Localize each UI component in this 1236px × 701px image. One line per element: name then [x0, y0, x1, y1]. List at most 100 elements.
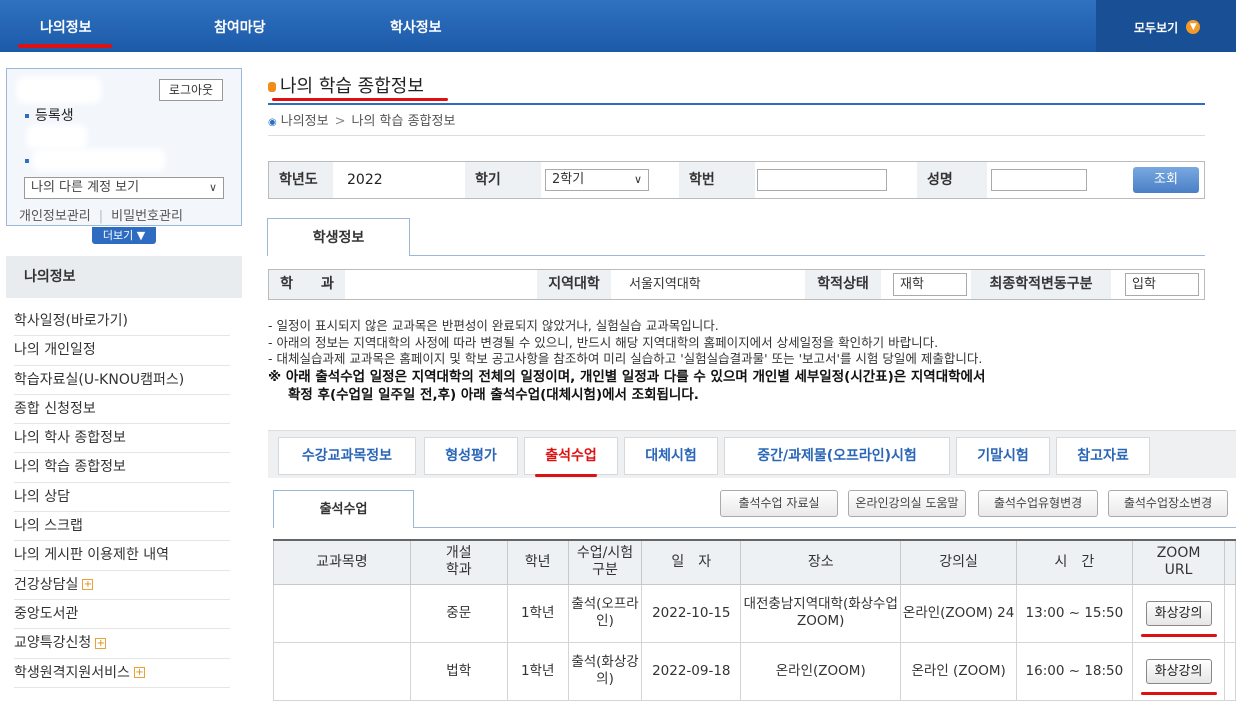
table-header-row: 교과목명 개설 학과 학년 수업/시험 구분 일 자 장소 강의실 시 간 ZOOM URL [273, 539, 1236, 585]
cell-place: 대전충남지역대학(화상수업ZOOM) [740, 583, 902, 643]
active-tab-underline [535, 474, 597, 477]
top-navigation: 나의정보 참여마당 학사정보 모두보기 ▼ [0, 0, 1236, 52]
plus-icon[interactable]: + [133, 667, 145, 679]
redacted-name [21, 81, 97, 99]
logout-button[interactable]: 로그아웃 [159, 79, 223, 101]
password-link[interactable]: 비밀번호관리 [111, 209, 183, 224]
sidebar-item[interactable]: 학사일정(바로가기) [14, 307, 230, 337]
cell-type: 출석(화상강의) [567, 641, 643, 701]
tab-midterm-exam[interactable]: 중간/과제물(오프라인)시험 [724, 437, 950, 475]
cell-time: 16:00 ~ 18:50 [1016, 641, 1133, 701]
column-header: ZOOM URL [1131, 539, 1226, 585]
status-label: 학적상태 [805, 270, 881, 299]
name-label: 성명 [917, 162, 987, 198]
tab-divider [410, 255, 1205, 256]
video-lecture-button[interactable]: 화상강의 [1140, 658, 1217, 695]
sidebar-item[interactable]: 나의 개인일정 [14, 336, 230, 366]
profile-link[interactable]: 개인정보관리 [19, 209, 91, 224]
tab-substitute-exam[interactable]: 대체시험 [624, 437, 718, 475]
term-label: 학기 [465, 162, 541, 198]
sidebar-item[interactable]: 학생원격지원서비스 + [14, 659, 230, 688]
user-id-row [25, 153, 35, 169]
sidebar-item[interactable]: 종합 신청정보 [14, 395, 230, 425]
cell-spacer [1224, 583, 1236, 643]
change-attendance-type-button[interactable]: 출석수업유형변경 [978, 490, 1098, 517]
region-value: 서울지역대학 [629, 277, 701, 292]
subtab-divider [414, 527, 1236, 528]
dept-value [347, 273, 535, 296]
user-status: 등록생 [25, 105, 74, 125]
cell-time: 13:00 ~ 15:50 [1016, 583, 1133, 643]
sidebar-item[interactable]: 나의 학습 종합정보 [14, 453, 230, 483]
tab-student-info[interactable]: 학생정보 [267, 218, 410, 256]
column-header: 장소 [740, 539, 902, 585]
table-row: 중문 1학년 출석(오프라인) 2022-10-15 대전충남지역대학(화상수업ZOOM… [273, 583, 1236, 643]
home-icon: ◉ [268, 117, 277, 128]
column-header: 개설 학과 [409, 539, 508, 585]
change-attendance-place-button[interactable]: 출석수업장소변경 [1108, 490, 1228, 517]
sidebar-item[interactable]: 나의 게시판 이용제한 내역 [14, 541, 230, 571]
cell-dept: 법학 [409, 641, 508, 701]
online-classroom-help-button[interactable]: 온라인강의실 도움말 [848, 490, 966, 517]
column-header: 강의실 [900, 539, 1017, 585]
all-view-label: 모두보기 [1134, 21, 1179, 35]
student-id-input[interactable] [757, 169, 887, 191]
user-links: 개인정보관리 | 비밀번호관리 [19, 209, 183, 224]
breadcrumb-item[interactable]: 나의정보 [281, 114, 329, 129]
tab-formative-eval[interactable]: 형성평가 [424, 437, 518, 475]
sidebar-item[interactable]: 학습자료실(U-KNOU캠퍼스) [14, 366, 230, 395]
sidebar-item[interactable]: 나의 스크랩 [14, 512, 230, 542]
cell-place: 온라인(ZOOM) [740, 641, 902, 701]
attendance-materials-button[interactable]: 출석수업 자료실 [720, 490, 838, 517]
more-button[interactable]: 더보기 ▼ [92, 227, 156, 244]
nav-participation[interactable]: 참여마당 [214, 0, 266, 52]
subtab-attendance[interactable]: 출석수업 [273, 490, 414, 528]
search-button[interactable]: 조회 [1133, 167, 1199, 193]
region-label: 지역대학 [537, 270, 611, 299]
button-underline [1140, 691, 1217, 695]
notice-text: - 일정이 표시되지 않은 교과목은 반편성이 완료되지 않았거나, 실험실습 … [268, 318, 1218, 404]
plus-icon[interactable]: + [95, 637, 107, 649]
status-value: 재학 [893, 273, 967, 296]
sidebar-item[interactable]: 나의 상담 [14, 483, 230, 513]
plus-icon[interactable]: + [82, 579, 94, 591]
sidebar-item[interactable]: 중앙도서관 [14, 600, 230, 630]
learning-tabs: 수강교과목정보 형성평가 출석수업 대체시험 중간/과제물(오프라인)시험 기말… [268, 430, 1236, 478]
name-input[interactable] [991, 169, 1087, 191]
button-underline [1140, 633, 1217, 637]
chevron-down-icon: ∨ [633, 173, 642, 186]
student-info-bar: 학 과 지역대학 서울지역대학 학적상태 재학 최종학적변동구분 입학 [268, 269, 1205, 300]
term-select[interactable]: 2학기 ∨ [545, 169, 649, 191]
tab-attendance-class[interactable]: 출석수업 [524, 437, 618, 475]
notice-warning: 확정 후(수업일 일주일 전,후) 아래 출석수업(대체시험)에서 조회됩니다. [288, 386, 699, 403]
change-label: 최종학적변동구분 [971, 270, 1111, 299]
tab-final-exam[interactable]: 기말시험 [956, 437, 1050, 475]
column-header: 시 간 [1016, 539, 1133, 585]
column-header: 학년 [506, 539, 569, 585]
sidebar-item[interactable]: 나의 학사 종합정보 [14, 424, 230, 454]
title-divider [268, 103, 1205, 105]
cell-grade: 1학년 [506, 641, 569, 701]
other-account-select[interactable]: 나의 다른 계정 보기 ∨ [24, 177, 224, 199]
year-label: 학년도 [269, 162, 333, 198]
notice-line: - 일정이 표시되지 않은 교과목은 반편성이 완료되지 않았거나, 실험실습 … [268, 318, 719, 333]
column-header: 교과목명 [273, 539, 411, 585]
title-underline [272, 98, 448, 101]
cell-zoom: 화상강의 [1131, 641, 1226, 701]
dept-label: 학 과 [269, 270, 345, 299]
all-view-button[interactable]: 모두보기 ▼ [1096, 0, 1236, 52]
nav-academic-info[interactable]: 학사정보 [390, 0, 442, 52]
page-title: 나의 학습 종합정보 [268, 72, 424, 98]
search-bar: 학년도 2022 학기 2학기 ∨ 학번 성명 조회 [268, 161, 1205, 199]
cell-zoom: 화상강의 [1131, 583, 1226, 643]
breadcrumb-item[interactable]: 나의 학습 종합정보 [351, 114, 455, 129]
tab-reference[interactable]: 참고자료 [1056, 437, 1150, 475]
sidebar-title: 나의정보 [6, 256, 242, 298]
breadcrumb-divider [268, 135, 1205, 136]
table-row: 법학 1학년 출석(화상강의) 2022-09-18 온라인(ZOOM) 온라인 (ZOO… [273, 641, 1236, 701]
sidebar-item[interactable]: 교양특강신청 + [14, 629, 230, 659]
video-lecture-button[interactable]: 화상강의 [1140, 600, 1217, 637]
redacted-id [37, 153, 161, 167]
sidebar-item[interactable]: 건강상담실 + [14, 571, 230, 600]
tab-courses[interactable]: 수강교과목정보 [278, 437, 416, 475]
